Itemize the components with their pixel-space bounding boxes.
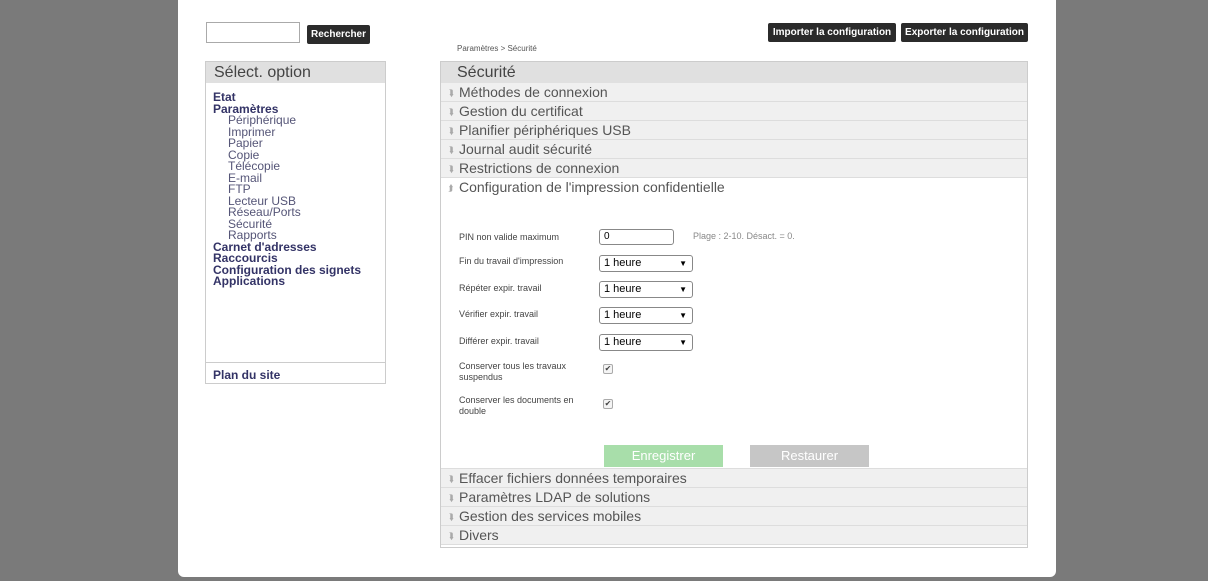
section-confidential-print[interactable]: ⮭ Configuration de l'impression confident… [441, 178, 1027, 197]
triangle-down-icon: ▼ [679, 285, 687, 294]
page-title: Sécurité [441, 62, 1027, 83]
section-label: Restrictions de connexion [459, 160, 620, 176]
select-value: 1 heure [604, 283, 642, 295]
select-value: 1 heure [604, 336, 642, 348]
section-label: Planifier périphériques USB [459, 122, 631, 138]
sidebar-list: Etat Paramètres Périphérique Imprimer Papier… [206, 83, 385, 288]
chevron-double-down-icon: ⮯ [448, 493, 454, 503]
import-config-button[interactable]: Importer la configuration [768, 23, 896, 42]
pin-label: PIN non valide maximum [459, 232, 560, 242]
defer-select[interactable]: 1 heure ▼ [599, 334, 693, 351]
accordion-section[interactable]: ⮯ Gestion du certificat [441, 102, 1027, 121]
chevron-double-down-icon: ⮯ [448, 474, 454, 484]
chevron-double-up-icon: ⮭ [448, 183, 454, 193]
accordion-section[interactable]: ⮯ Divers [441, 526, 1027, 545]
save-button[interactable]: Enregistrer [604, 445, 723, 467]
sidebar-title: Sélect. option [206, 62, 385, 83]
section-label: Méthodes de connexion [459, 84, 608, 100]
page: Rechercher Importer la configuration Exp… [178, 0, 1056, 577]
accordion-section[interactable]: ⮯ Journal audit sécurité [441, 140, 1027, 159]
triangle-down-icon: ▼ [679, 311, 687, 320]
repeat-label: Répéter expir. travail [459, 283, 542, 293]
chevron-double-down-icon: ⮯ [448, 88, 454, 98]
confidential-print-panel: PIN non valide maximum 0 Plage : 2-10. D… [441, 197, 1027, 469]
repeat-select[interactable]: 1 heure ▼ [599, 281, 693, 298]
accordion-section[interactable]: ⮯ Planifier périphériques USB [441, 121, 1027, 140]
sidebar-divider [206, 362, 385, 363]
chevron-double-down-icon: ⮯ [448, 126, 454, 136]
chevron-double-down-icon: ⮯ [448, 145, 454, 155]
end-job-label: Fin du travail d'impression [459, 256, 564, 266]
verify-select[interactable]: 1 heure ▼ [599, 307, 693, 324]
accordion-section[interactable]: ⮯ Restrictions de connexion [441, 159, 1027, 178]
sidebar-item[interactable]: Applications [213, 275, 385, 288]
verify-label: Vérifier expir. travail [459, 309, 539, 319]
section-label: Effacer fichiers données temporaires [459, 470, 687, 486]
keep-dup-label: Conserver les documents en double [459, 395, 574, 416]
chevron-double-down-icon: ⮯ [448, 107, 454, 117]
section-label: Gestion des services mobiles [459, 508, 642, 524]
pin-range-note: Plage : 2-10. Désact. = 0. [693, 231, 795, 241]
checkmark-icon: ✔ [604, 399, 612, 408]
sidebar-item-sitemap[interactable]: Plan du site [213, 368, 280, 382]
search-button[interactable]: Rechercher [307, 25, 370, 44]
chevron-double-down-icon: ⮯ [448, 164, 454, 174]
section-label: Configuration de l'impression confidenti… [459, 179, 725, 195]
section-label: Journal audit sécurité [459, 141, 593, 157]
end-job-select[interactable]: 1 heure ▼ [599, 255, 693, 272]
accordion-section[interactable]: ⮯ Effacer fichiers données temporaires [441, 469, 1027, 488]
export-config-button[interactable]: Exporter la configuration [901, 23, 1028, 42]
restore-button[interactable]: Restaurer [750, 445, 869, 467]
select-value: 1 heure [604, 309, 642, 321]
accordion-section[interactable]: ⮯ Gestion des services mobiles [441, 507, 1027, 526]
keep-all-checkbox[interactable]: ✔ [603, 364, 613, 374]
breadcrumb[interactable]: Paramètres > Sécurité [457, 44, 537, 53]
accordion-bottom: ⮯ Effacer fichiers données temporaires ⮯ Pa… [441, 469, 1027, 545]
pin-max-input[interactable]: 0 [599, 229, 674, 245]
sidebar: Sélect. option Etat Paramètres Périphériqu… [205, 61, 386, 384]
accordion-section[interactable]: ⮯ Méthodes de connexion [441, 83, 1027, 102]
accordion-top: ⮯ Méthodes de connexion ⮯ Gestion du certif… [441, 83, 1027, 178]
section-label: Gestion du certificat [459, 103, 583, 119]
keep-all-label: Conserver tous les travaux suspendus [459, 361, 567, 382]
search-input[interactable] [206, 22, 300, 43]
defer-label: Différer expir. travail [459, 336, 539, 346]
section-label: Divers [459, 527, 499, 543]
accordion-section[interactable]: ⮯ Paramètres LDAP de solutions [441, 488, 1027, 507]
keep-dup-checkbox[interactable]: ✔ [603, 399, 613, 409]
triangle-down-icon: ▼ [679, 338, 687, 347]
checkmark-icon: ✔ [604, 364, 612, 373]
triangle-down-icon: ▼ [679, 259, 687, 268]
chevron-double-down-icon: ⮯ [448, 512, 454, 522]
select-value: 1 heure [604, 257, 642, 269]
main-panel: Sécurité ⮯ Méthodes de connexion ⮯ Gestion … [440, 61, 1028, 548]
section-label: Paramètres LDAP de solutions [459, 489, 651, 505]
chevron-double-down-icon: ⮯ [448, 531, 454, 541]
